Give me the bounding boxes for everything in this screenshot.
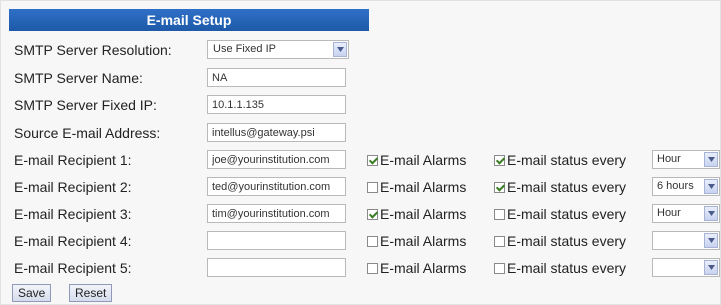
email-alarms-label: E-mail Alarms	[380, 233, 467, 249]
email-alarms-checkbox[interactable]: E-mail Alarms	[367, 179, 466, 195]
smtp-resolution-value: Use Fixed IP	[213, 43, 276, 55]
email-setup-panel: E-mail Setup SMTP Server Resolution: Use…	[0, 0, 721, 305]
email-status-label: E-mail status every	[507, 233, 627, 249]
email-alarms-checkbox[interactable]: E-mail Alarms	[367, 152, 466, 168]
checkbox-icon[interactable]	[494, 208, 505, 220]
checkbox-icon[interactable]	[367, 262, 378, 274]
checkbox-icon[interactable]	[494, 235, 505, 247]
email-status-label: E-mail status every	[507, 206, 627, 222]
recipient-label: E-mail Recipient 3:	[14, 206, 132, 222]
recipient-email-input[interactable]	[207, 231, 346, 250]
recipient-email-input[interactable]	[207, 177, 346, 196]
source-email-input[interactable]	[207, 123, 346, 142]
email-status-checkbox[interactable]: E-mail status every	[494, 260, 626, 276]
chevron-down-icon[interactable]	[704, 260, 718, 275]
status-interval-select[interactable]: 6 hours	[652, 177, 720, 196]
chevron-down-icon[interactable]	[704, 179, 718, 194]
recipient-label: E-mail Recipient 4:	[14, 233, 132, 249]
email-alarms-label: E-mail Alarms	[380, 152, 467, 168]
email-alarms-label: E-mail Alarms	[380, 260, 467, 276]
recipient-label: E-mail Recipient 5:	[14, 260, 132, 276]
status-interval-select[interactable]	[652, 258, 720, 277]
email-alarms-checkbox[interactable]: E-mail Alarms	[367, 206, 466, 222]
checkbox-icon[interactable]	[367, 154, 378, 166]
recipient-email-input[interactable]	[207, 150, 346, 169]
smtp-ip-label: SMTP Server Fixed IP:	[14, 97, 157, 113]
status-interval-value: Hour	[657, 207, 681, 219]
email-status-checkbox[interactable]: E-mail status every	[494, 179, 626, 195]
recipient-email-input[interactable]	[207, 204, 346, 223]
chevron-down-icon[interactable]	[704, 206, 718, 221]
checkbox-icon[interactable]	[494, 154, 505, 166]
recipient-label: E-mail Recipient 1:	[14, 152, 132, 168]
smtp-name-label: SMTP Server Name:	[14, 70, 143, 86]
checkbox-icon[interactable]	[494, 181, 505, 193]
checkbox-icon[interactable]	[367, 181, 378, 193]
email-status-label: E-mail status every	[507, 260, 627, 276]
section-header: E-mail Setup	[9, 9, 369, 31]
chevron-down-icon[interactable]	[704, 152, 718, 167]
section-title: E-mail Setup	[146, 12, 232, 28]
email-status-checkbox[interactable]: E-mail status every	[494, 152, 626, 168]
email-status-checkbox[interactable]: E-mail status every	[494, 233, 626, 249]
email-status-label: E-mail status every	[507, 152, 627, 168]
email-alarms-label: E-mail Alarms	[380, 206, 467, 222]
status-interval-select[interactable]: Hour	[652, 150, 720, 169]
email-status-label: E-mail status every	[507, 179, 627, 195]
status-interval-select[interactable]	[652, 231, 720, 250]
email-alarms-checkbox[interactable]: E-mail Alarms	[367, 260, 466, 276]
email-status-checkbox[interactable]: E-mail status every	[494, 206, 626, 222]
smtp-resolution-select[interactable]: Use Fixed IP	[207, 40, 349, 59]
status-interval-value: Hour	[657, 153, 681, 165]
smtp-ip-input[interactable]	[207, 95, 346, 114]
status-interval-value: 6 hours	[657, 180, 694, 192]
recipient-label: E-mail Recipient 2:	[14, 179, 132, 195]
checkbox-icon[interactable]	[367, 208, 378, 220]
checkbox-icon[interactable]	[494, 262, 505, 274]
save-button[interactable]: Save	[12, 284, 52, 302]
status-interval-select[interactable]: Hour	[652, 204, 720, 223]
source-email-label: Source E-mail Address:	[14, 125, 161, 141]
chevron-down-icon[interactable]	[333, 42, 347, 57]
smtp-name-input[interactable]	[207, 68, 346, 87]
smtp-resolution-label: SMTP Server Resolution:	[14, 42, 172, 58]
reset-button[interactable]: Reset	[69, 284, 113, 302]
email-alarms-label: E-mail Alarms	[380, 179, 467, 195]
checkbox-icon[interactable]	[367, 235, 378, 247]
recipient-email-input[interactable]	[207, 258, 346, 277]
chevron-down-icon[interactable]	[704, 233, 718, 248]
email-alarms-checkbox[interactable]: E-mail Alarms	[367, 233, 466, 249]
